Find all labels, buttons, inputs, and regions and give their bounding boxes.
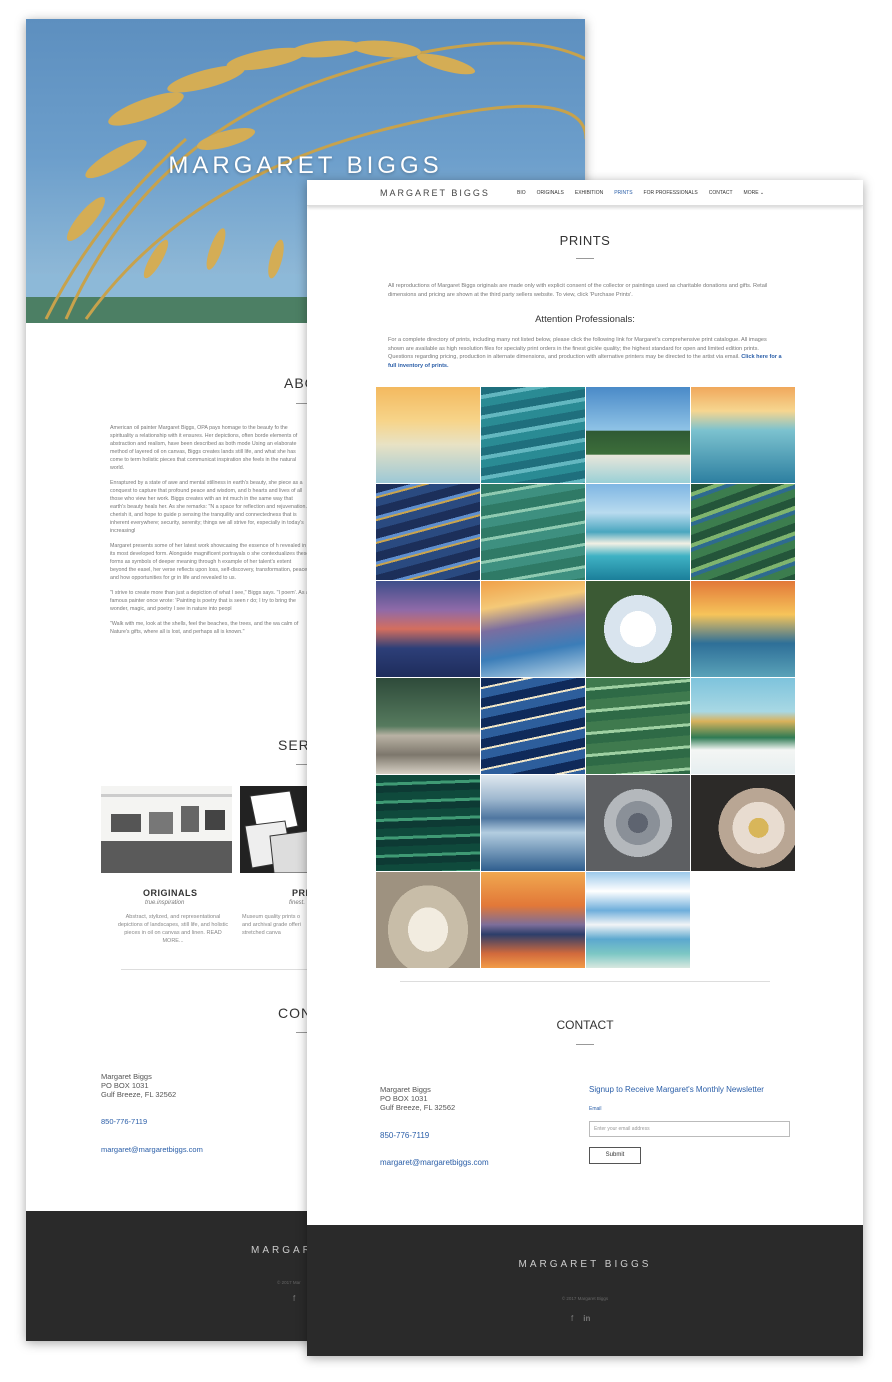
about-paragraph: American oil painter Margaret Biggs, OPA…	[110, 425, 298, 471]
print-tile[interactable]	[376, 387, 480, 483]
professionals-text: For a complete directory of prints, incl…	[388, 336, 784, 370]
originals-gallery-photo[interactable]	[101, 786, 232, 873]
address-block: Margaret Biggs PO BOX 1031 Gulf Breeze, …	[101, 1072, 176, 1099]
footer-brand: MARGARET BIGGS	[518, 1259, 652, 1270]
about-paragraph: "I strive to create more than just a dep…	[110, 590, 309, 612]
prints-photo[interactable]	[240, 786, 310, 873]
about-paragraph: Margaret presents some of her latest wor…	[110, 543, 310, 581]
footer: MARGARET BIGGS © 2017 Margaret Biggs f i…	[307, 1225, 863, 1356]
newsletter-email-input[interactable]: Enter your email address	[589, 1121, 790, 1137]
professionals-paragraph: For a complete directory of prints, incl…	[388, 337, 767, 360]
about-paragraph: "Walk with me, look at the shells, feel …	[110, 621, 299, 635]
nav-menu: BIO ORIGINALS EXHIBITION PRINTS FOR PROF…	[517, 190, 764, 196]
print-tile[interactable]	[691, 387, 795, 483]
print-tile[interactable]	[586, 678, 690, 774]
gallery-room-image	[101, 786, 232, 873]
nav-item-prints[interactable]: PRINTS	[614, 190, 632, 196]
print-tile[interactable]	[376, 872, 480, 968]
print-tile[interactable]	[586, 484, 690, 580]
address-line: Gulf Breeze, FL 32562	[101, 1090, 177, 1099]
nav-item-bio[interactable]: BIO	[517, 190, 526, 196]
hero-title: MARGARET BIGGS	[168, 152, 443, 179]
print-tile[interactable]	[481, 678, 585, 774]
address-line: Margaret Biggs	[101, 1072, 152, 1081]
prints-page-screenshot: MARGARET BIGGS BIO ORIGINALS EXHIBITION …	[307, 180, 863, 1356]
print-tile[interactable]	[481, 581, 585, 677]
intro-text: All reproductions of Margaret Biggs orig…	[388, 283, 768, 298]
social-links: f in	[571, 1314, 590, 1323]
about-body: American oil painter Margaret Biggs, OPA…	[110, 424, 310, 643]
about-paragraph: Enraptured by a state of awe and mental …	[110, 480, 310, 534]
nav-item-more[interactable]: MORE ⌄	[744, 190, 765, 196]
service-description: Abstract, stylized, and representational…	[117, 914, 229, 944]
heading-divider	[576, 258, 594, 259]
print-tile[interactable]	[376, 775, 480, 871]
print-tile[interactable]	[376, 581, 480, 677]
address-line: Margaret Biggs	[380, 1085, 431, 1094]
print-tile[interactable]	[376, 484, 480, 580]
top-navigation: MARGARET BIGGS BIO ORIGINALS EXHIBITION …	[307, 180, 863, 206]
address-block: Margaret Biggs PO BOX 1031 Gulf Breeze, …	[380, 1085, 455, 1112]
nav-item-for-professionals[interactable]: FOR PROFESSIONALS	[644, 190, 698, 196]
linkedin-icon[interactable]: in	[583, 1314, 590, 1323]
service-description: Museum quality prints o and archival gra…	[242, 914, 301, 936]
submit-button[interactable]: Submit	[589, 1147, 641, 1164]
email-link[interactable]: margaret@margaretbiggs.com	[101, 1145, 203, 1154]
prints-stack-image	[244, 790, 310, 873]
print-tile[interactable]	[586, 872, 690, 968]
print-tile[interactable]	[586, 581, 690, 677]
address-line: PO BOX 1031	[380, 1094, 428, 1103]
address-line: PO BOX 1031	[101, 1081, 149, 1090]
footer-copyright: © 2017 Margaret Biggs	[561, 1296, 609, 1301]
attention-heading: Attention Professionals:	[535, 314, 635, 325]
page-title: PRINTS	[559, 233, 611, 248]
print-tile[interactable]	[691, 775, 795, 871]
print-tile[interactable]	[691, 581, 795, 677]
print-tile[interactable]	[481, 484, 585, 580]
nav-item-originals[interactable]: ORIGINALS	[537, 190, 564, 196]
email-label: Email	[589, 1106, 602, 1112]
service-title: ORIGINALS	[143, 888, 198, 898]
print-tile[interactable]	[376, 678, 480, 774]
print-tile[interactable]	[481, 872, 585, 968]
address-line: Gulf Breeze, FL 32562	[380, 1103, 456, 1112]
newsletter-title: Signup to Receive Margaret's Monthly New…	[589, 1085, 764, 1094]
email-link[interactable]: margaret@margaretbiggs.com	[380, 1158, 489, 1167]
contact-heading: CONTACT	[556, 1018, 614, 1032]
print-tile[interactable]	[586, 387, 690, 483]
service-tagline: finest.	[289, 900, 306, 906]
nav-item-exhibition[interactable]: EXHIBITION	[575, 190, 603, 196]
nav-item-contact[interactable]: CONTACT	[709, 190, 733, 196]
facebook-icon[interactable]: f	[571, 1314, 573, 1323]
print-tile[interactable]	[586, 775, 690, 871]
footer-copyright: © 2017 Mar	[277, 1280, 301, 1285]
site-brand[interactable]: MARGARET BIGGS	[380, 188, 490, 198]
section-divider	[121, 969, 321, 970]
service-tagline: true.inspiration	[145, 900, 185, 906]
print-tile[interactable]	[691, 678, 795, 774]
print-tile[interactable]	[691, 484, 795, 580]
phone-link[interactable]: 850-776-7119	[101, 1117, 147, 1126]
heading-divider	[576, 1044, 594, 1045]
print-tile[interactable]	[481, 775, 585, 871]
section-divider	[400, 981, 770, 982]
print-tile[interactable]	[481, 387, 585, 483]
phone-link[interactable]: 850-776-7119	[380, 1131, 429, 1140]
facebook-icon[interactable]: f	[293, 1294, 295, 1303]
